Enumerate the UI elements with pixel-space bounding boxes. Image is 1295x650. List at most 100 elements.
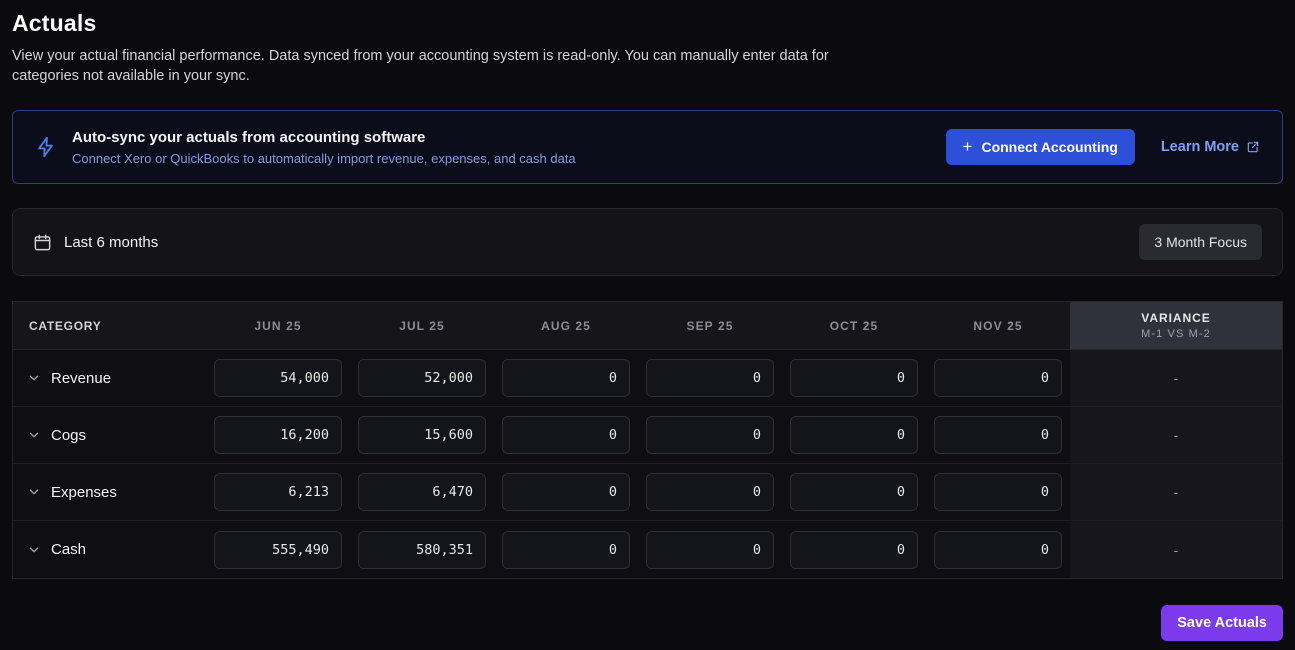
actual-input[interactable] bbox=[358, 359, 486, 397]
table-cell bbox=[926, 521, 1070, 578]
date-range-toolbar: Last 6 months 3 Month Focus bbox=[12, 208, 1283, 276]
actual-input[interactable] bbox=[502, 416, 630, 454]
table-row-revenue: Revenue - bbox=[13, 350, 1282, 407]
actual-input[interactable] bbox=[358, 473, 486, 511]
table-cell bbox=[926, 464, 1070, 520]
actual-input[interactable] bbox=[790, 416, 918, 454]
external-link-icon bbox=[1246, 140, 1260, 154]
autosync-banner: Auto-sync your actuals from accounting s… bbox=[12, 110, 1283, 184]
table-cell bbox=[206, 464, 350, 520]
plus-icon: + bbox=[963, 138, 973, 155]
lightning-icon bbox=[35, 136, 57, 158]
column-header-month: SEP 25 bbox=[638, 302, 782, 349]
table-header-row: CATEGORY JUN 25 JUL 25 AUG 25 SEP 25 OCT… bbox=[13, 302, 1282, 350]
table-cell bbox=[782, 464, 926, 520]
variance-header-title: VARIANCE bbox=[1141, 311, 1210, 325]
actual-input[interactable] bbox=[646, 416, 774, 454]
actual-input[interactable] bbox=[358, 416, 486, 454]
table-cell bbox=[782, 407, 926, 463]
column-header-month: OCT 25 bbox=[782, 302, 926, 349]
actual-input[interactable] bbox=[214, 531, 342, 569]
table-cell bbox=[350, 464, 494, 520]
table-cell bbox=[638, 464, 782, 520]
banner-title: Auto-sync your actuals from accounting s… bbox=[72, 129, 576, 146]
table-cell bbox=[350, 521, 494, 578]
actual-input[interactable] bbox=[646, 359, 774, 397]
save-actuals-button[interactable]: Save Actuals bbox=[1161, 605, 1283, 641]
column-header-variance: VARIANCE M-1 VS M-2 bbox=[1070, 302, 1282, 349]
column-header-month: JUL 25 bbox=[350, 302, 494, 349]
actual-input[interactable] bbox=[502, 473, 630, 511]
table-cell bbox=[782, 521, 926, 578]
calendar-icon bbox=[33, 233, 52, 252]
actual-input[interactable] bbox=[214, 359, 342, 397]
actual-input[interactable] bbox=[502, 359, 630, 397]
actual-input[interactable] bbox=[502, 531, 630, 569]
chevron-down-icon bbox=[27, 485, 41, 499]
actual-input[interactable] bbox=[934, 531, 1062, 569]
actuals-table: CATEGORY JUN 25 JUL 25 AUG 25 SEP 25 OCT… bbox=[12, 301, 1283, 579]
actual-input[interactable] bbox=[214, 473, 342, 511]
table-cell bbox=[206, 521, 350, 578]
actual-input[interactable] bbox=[934, 473, 1062, 511]
page-title: Actuals bbox=[12, 10, 1283, 37]
page-subtitle: View your actual financial performance. … bbox=[12, 46, 872, 86]
actual-input[interactable] bbox=[790, 359, 918, 397]
table-row-cash: Cash - bbox=[13, 521, 1282, 578]
row-label: Revenue bbox=[51, 370, 111, 387]
banner-subtitle: Connect Xero or QuickBooks to automatica… bbox=[72, 151, 576, 166]
table-cell bbox=[494, 350, 638, 406]
table-cell bbox=[638, 407, 782, 463]
actual-input[interactable] bbox=[934, 359, 1062, 397]
date-range-label: Last 6 months bbox=[64, 234, 158, 251]
learn-more-link[interactable]: Learn More bbox=[1161, 139, 1260, 155]
variance-header-subtitle: M-1 VS M-2 bbox=[1141, 328, 1211, 340]
actual-input[interactable] bbox=[214, 416, 342, 454]
row-toggle-expenses[interactable]: Expenses bbox=[13, 464, 206, 520]
table-row-cogs: Cogs - bbox=[13, 407, 1282, 464]
table-cell bbox=[494, 407, 638, 463]
table-cell bbox=[926, 350, 1070, 406]
row-label: Cogs bbox=[51, 427, 86, 444]
table-cell bbox=[494, 464, 638, 520]
column-header-category: CATEGORY bbox=[13, 302, 206, 349]
actuals-page: Actuals View your actual financial perfo… bbox=[0, 10, 1295, 641]
table-cell bbox=[782, 350, 926, 406]
column-header-month: JUN 25 bbox=[206, 302, 350, 349]
table-cell bbox=[350, 350, 494, 406]
table-cell bbox=[926, 407, 1070, 463]
date-range-selector[interactable]: Last 6 months bbox=[33, 233, 158, 252]
learn-more-label: Learn More bbox=[1161, 139, 1239, 155]
actual-input[interactable] bbox=[790, 473, 918, 511]
actual-input[interactable] bbox=[790, 531, 918, 569]
chevron-down-icon bbox=[27, 543, 41, 557]
three-month-focus-button[interactable]: 3 Month Focus bbox=[1139, 224, 1262, 260]
table-cell bbox=[350, 407, 494, 463]
banner-left: Auto-sync your actuals from accounting s… bbox=[35, 129, 576, 166]
variance-value: - bbox=[1070, 521, 1282, 578]
actual-input[interactable] bbox=[934, 416, 1062, 454]
table-cell bbox=[638, 521, 782, 578]
variance-value: - bbox=[1070, 407, 1282, 463]
table-cell bbox=[494, 521, 638, 578]
chevron-down-icon bbox=[27, 428, 41, 442]
table-cell bbox=[638, 350, 782, 406]
column-header-month: NOV 25 bbox=[926, 302, 1070, 349]
row-toggle-cogs[interactable]: Cogs bbox=[13, 407, 206, 463]
actual-input[interactable] bbox=[646, 531, 774, 569]
row-toggle-cash[interactable]: Cash bbox=[13, 521, 206, 578]
banner-actions: + Connect Accounting Learn More bbox=[946, 129, 1260, 165]
row-toggle-revenue[interactable]: Revenue bbox=[13, 350, 206, 406]
row-label: Cash bbox=[51, 541, 86, 558]
table-cell bbox=[206, 350, 350, 406]
variance-value: - bbox=[1070, 464, 1282, 520]
banner-text: Auto-sync your actuals from accounting s… bbox=[72, 129, 576, 166]
column-header-month: AUG 25 bbox=[494, 302, 638, 349]
actual-input[interactable] bbox=[358, 531, 486, 569]
variance-value: - bbox=[1070, 350, 1282, 406]
chevron-down-icon bbox=[27, 371, 41, 385]
table-cell bbox=[206, 407, 350, 463]
actual-input[interactable] bbox=[646, 473, 774, 511]
table-row-expenses: Expenses - bbox=[13, 464, 1282, 521]
connect-accounting-button[interactable]: + Connect Accounting bbox=[946, 129, 1135, 165]
